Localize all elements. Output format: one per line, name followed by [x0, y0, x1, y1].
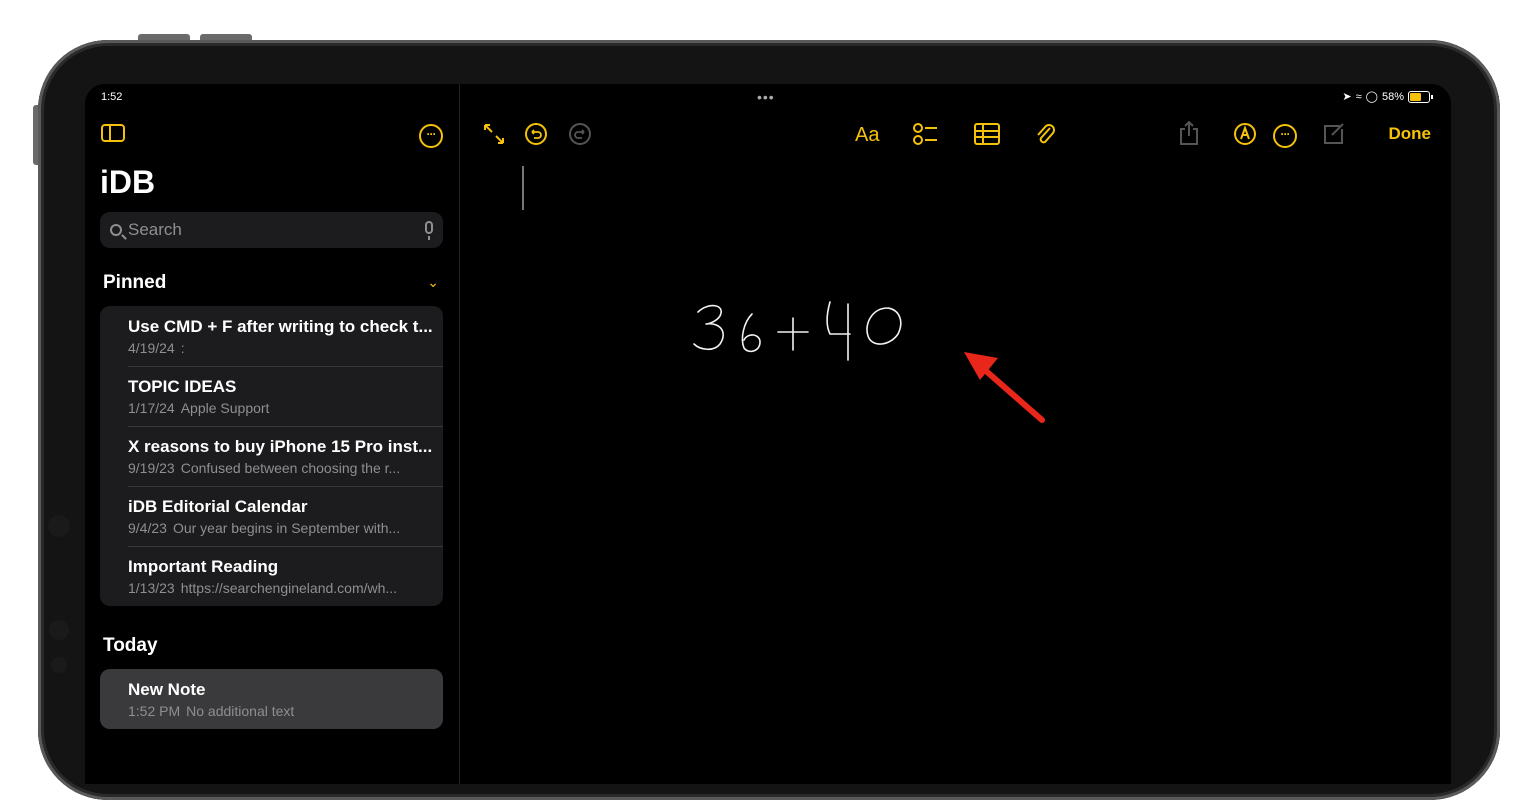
format-button[interactable]: Aa [855, 124, 879, 147]
note-meta: 1/17/24 Apple Support [128, 400, 433, 416]
location-icon: ➤ [1342, 91, 1352, 103]
more-options-icon[interactable]: ··· [1273, 124, 1297, 148]
headphones-icon: ◯ [1365, 91, 1378, 103]
text-cursor [522, 166, 524, 210]
note-meta: 4/19/24: [128, 340, 433, 356]
list-item[interactable]: New Note 1:52 PM No additional text [100, 669, 443, 729]
markup-icon[interactable] [1233, 122, 1257, 146]
list-item[interactable]: X reasons to buy iPhone 15 Pro inst... 9… [100, 426, 443, 486]
battery-percent: 58% [1381, 90, 1404, 103]
attachment-icon[interactable] [1034, 121, 1056, 147]
note-meta: 9/19/23 Confused between choosing the r..… [128, 460, 433, 476]
chevron-down-icon[interactable]: ⌄ [427, 274, 439, 291]
note-editor[interactable]: ••• ➤ ≈ ◯ 58% Aa ··· Done [460, 84, 1451, 784]
search-input[interactable]: Search [128, 220, 182, 240]
status-time: 1:52 [101, 91, 123, 103]
list-item[interactable]: iDB Editorial Calendar 9/4/23 Our year be… [100, 486, 443, 546]
note-preview: Our year begins in September with... [172, 520, 401, 536]
note-title: Important Reading [128, 557, 279, 576]
note-title: X reasons to buy iPhone 15 Pro inst... [128, 437, 433, 456]
note-title: iDB Editorial Calendar [128, 497, 308, 516]
today-section-header: Today [103, 635, 158, 656]
note-preview: Confused between choosing the r... [180, 460, 401, 476]
note-meta: 1:52 PM No additional text [128, 703, 433, 719]
note-date: 4/19/24 [128, 340, 175, 356]
pinned-section-header[interactable]: Pinned [103, 272, 166, 294]
expand-icon[interactable] [482, 122, 506, 146]
note-title: Use CMD + F after writing to check t... [128, 317, 433, 336]
note-preview: No additional text [186, 703, 295, 719]
undo-icon[interactable] [524, 122, 548, 146]
note-date: 9/19/23 [128, 460, 175, 476]
annotation-arrow-icon [964, 352, 1045, 423]
battery-cap [1431, 94, 1433, 99]
search-bar[interactable]: Search [100, 212, 443, 248]
list-item[interactable]: TOPIC IDEAS 1/17/24 Apple Support [100, 366, 443, 426]
more-options-icon[interactable]: ··· [419, 124, 443, 148]
table-icon[interactable] [974, 123, 1000, 145]
notes-sidebar: 1:52 ··· iDB Search Pinned ⌄ Use CMD + F… [85, 84, 460, 784]
status-icons: ➤ ≈ ◯ 58% [1342, 90, 1433, 103]
note-date: 9/4/23 [128, 520, 167, 536]
microphone-icon[interactable] [425, 221, 433, 240]
battery-icon [1408, 90, 1430, 103]
pencil-magnet-dot [48, 515, 70, 537]
sidebar-toggle-icon[interactable] [101, 124, 125, 142]
pencil-magnet-dot [49, 620, 69, 640]
done-button[interactable]: Done [1389, 124, 1432, 144]
pencil-magnet-dot [51, 657, 67, 673]
note-title: New Note [128, 680, 206, 699]
list-item[interactable]: Use CMD + F after writing to check t... … [100, 306, 443, 366]
note-preview: : [180, 340, 185, 356]
note-meta: 1/13/23 https://searchengineland.com/wh..… [128, 580, 433, 596]
checklist-icon[interactable] [913, 122, 939, 146]
wifi-icon: ≈ [1355, 90, 1362, 103]
note-date: 1:52 PM [128, 703, 181, 719]
today-notes-list: New Note 1:52 PM No additional text [100, 669, 443, 729]
redo-icon[interactable] [568, 122, 592, 146]
search-icon [110, 224, 122, 236]
note-date: 1/17/24 [128, 400, 175, 416]
note-date: 1/13/23 [128, 580, 175, 596]
pinned-notes-list: Use CMD + F after writing to check t... … [100, 306, 443, 606]
note-title: TOPIC IDEAS [128, 377, 237, 396]
folder-title: iDB [100, 164, 156, 200]
note-preview: https://searchengineland.com/wh... [180, 580, 398, 596]
note-preview: Apple Support [180, 400, 270, 416]
share-icon[interactable] [1178, 120, 1200, 146]
list-item[interactable]: Important Reading 1/13/23 https://searche… [100, 546, 443, 606]
note-meta: 9/4/23 Our year begins in September with.… [128, 520, 433, 536]
ipad-screen: 1:52 ··· iDB Search Pinned ⌄ Use CMD + F… [85, 84, 1451, 784]
multitasking-dots-icon[interactable]: ••• [757, 89, 775, 105]
compose-icon[interactable] [1322, 121, 1346, 145]
